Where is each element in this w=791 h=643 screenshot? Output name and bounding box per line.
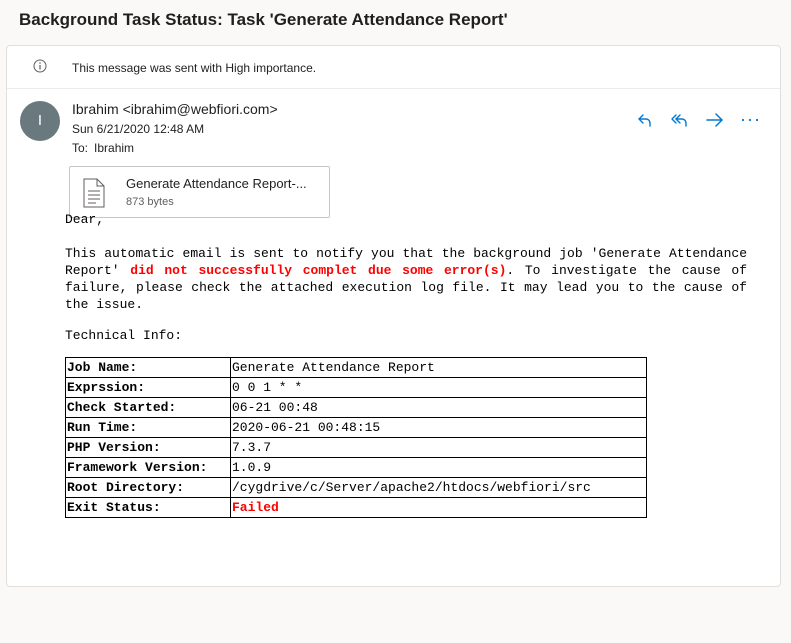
avatar[interactable]: I — [20, 101, 60, 141]
table-row: Framework Version: 1.0.9 — [65, 457, 647, 478]
exit-status-value: Failed — [230, 497, 647, 518]
table-row: PHP Version: 7.3.7 — [65, 437, 647, 458]
message-text: This automatic email is sent to notify y… — [65, 245, 747, 313]
reply-all-icon — [671, 114, 687, 127]
tech-key: Framework Version: — [65, 457, 231, 478]
email-subject: Background Task Status: Task 'Generate A… — [19, 10, 508, 29]
tech-value: 7.3.7 — [230, 437, 647, 458]
recipient-line: To: Ibrahim — [72, 141, 134, 155]
error-highlight: did not successfully complet due some er… — [130, 263, 507, 278]
to-label: To: — [72, 141, 89, 155]
importance-banner: This message was sent with High importan… — [7, 46, 780, 89]
table-row: Run Time: 2020-06-21 00:48:15 — [65, 417, 647, 438]
tech-info-label: Technical Info: — [65, 328, 183, 343]
table-row: Root Directory:/cygdrive/c/Server/apache… — [65, 477, 647, 498]
table-row: Exit Status: Failed — [65, 497, 647, 518]
tech-key: Check Started: — [65, 397, 231, 418]
recipient-name[interactable]: Ibrahim — [94, 141, 134, 155]
reply-all-button[interactable] — [667, 108, 693, 132]
forward-icon — [706, 113, 723, 127]
tech-key: Root Directory: — [65, 477, 231, 498]
attachment-size: 873 bytes — [126, 196, 174, 208]
tech-value: 1.0.9 — [230, 457, 647, 478]
tech-info-table: Job Name: Generate Attendance Report Expr… — [65, 357, 647, 518]
table-row: Job Name: Generate Attendance Report — [65, 357, 647, 378]
sender-name[interactable]: Ibrahim <ibrahim@webfiori.com> — [72, 101, 278, 117]
tech-value: Generate Attendance Report — [230, 357, 647, 378]
greeting: Dear, — [65, 212, 105, 227]
tech-value: 2020-06-21 00:48:15 — [230, 417, 647, 438]
message-body: Dear, This automatic email is sent to no… — [65, 211, 747, 344]
reply-icon — [638, 114, 651, 127]
more-icon — [741, 118, 759, 122]
tech-key: Exprssion: — [65, 377, 231, 398]
document-icon — [83, 178, 105, 208]
tech-value: 06-21 00:48 — [230, 397, 647, 418]
info-icon — [33, 59, 47, 73]
reply-button[interactable] — [632, 108, 658, 132]
table-row: Exprssion: 0 0 1 * * — [65, 377, 647, 398]
forward-button[interactable] — [702, 108, 728, 132]
tech-key: PHP Version: — [65, 437, 231, 458]
tech-value: /cygdrive/c/Server/apache2/htdocs/webfio… — [230, 477, 647, 498]
tech-key: Job Name: — [65, 357, 231, 378]
tech-value: 0 0 1 * * — [230, 377, 647, 398]
more-actions-button[interactable] — [737, 108, 763, 132]
sent-date: Sun 6/21/2020 12:48 AM — [72, 122, 205, 136]
importance-text: This message was sent with High importan… — [72, 61, 317, 75]
attachment-name: Generate Attendance Report-... — [126, 176, 307, 191]
tech-key: Run Time: — [65, 417, 231, 438]
tech-key: Exit Status: — [65, 497, 231, 518]
table-row: Check Started: 06-21 00:48 — [65, 397, 647, 418]
